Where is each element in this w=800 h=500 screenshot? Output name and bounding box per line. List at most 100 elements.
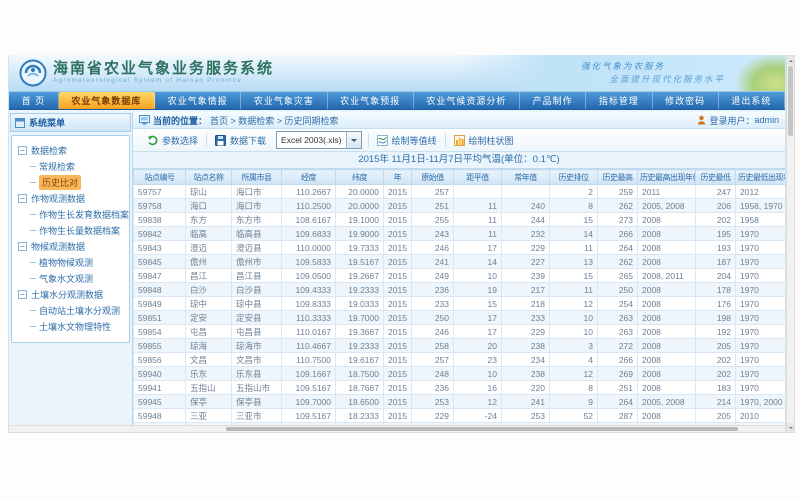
table-cell: 236 xyxy=(412,381,454,395)
table-cell: 9 xyxy=(550,395,598,409)
dropdown-arrow-icon[interactable] xyxy=(346,132,361,148)
table-cell: 264 xyxy=(598,395,638,409)
table-cell: 20.0000 xyxy=(336,185,384,199)
tree-connector xyxy=(30,262,36,263)
table-cell: 109.5167 xyxy=(282,409,336,423)
breadcrumb[interactable]: 首页 > 数据检索 > 历史同期检索 xyxy=(210,114,339,127)
table-cell: 10 xyxy=(550,325,598,339)
table-row[interactable]: 59845儋州儋州市109.583319.5167201524114227132… xyxy=(134,255,786,269)
nav-tab-5[interactable]: 农业气候资源分析 xyxy=(414,92,520,109)
table-cell: 109.8333 xyxy=(282,297,336,311)
table-row[interactable]: 59757琼山海口市110.266720.0000201525722592011… xyxy=(134,185,786,199)
draw-barchart-button[interactable]: 绘制柱状图 xyxy=(448,134,520,147)
tree-group-1[interactable]: −作物观测数据 xyxy=(12,190,129,206)
column-header[interactable]: 历史最高出现年份 xyxy=(638,170,696,185)
column-header[interactable]: 原始值 xyxy=(412,170,454,185)
table-row[interactable]: 59847昌江昌江县109.050019.2667201524910239152… xyxy=(134,269,786,283)
table-cell: 259 xyxy=(598,185,638,199)
table-cell: 229 xyxy=(412,409,454,423)
column-header[interactable]: 经度 xyxy=(282,170,336,185)
table-row[interactable]: 59941五指山五指山市109.516718.76672015236162208… xyxy=(134,381,786,395)
tree-item[interactable]: 气象水文观测 xyxy=(12,270,129,286)
vertical-scrollbar[interactable] xyxy=(786,55,795,433)
user-icon xyxy=(697,115,706,125)
column-header[interactable]: 纬度 xyxy=(336,170,384,185)
user-name: admin xyxy=(754,115,779,125)
column-header[interactable]: 常年值 xyxy=(502,170,550,185)
divider xyxy=(206,133,207,147)
horizontal-scroll-thumb[interactable] xyxy=(226,427,738,431)
table-cell: 251 xyxy=(412,199,454,213)
table-row[interactable]: 59758海口海口市110.250020.0000201525111240826… xyxy=(134,199,786,213)
table-row[interactable]: 59843澄迈澄迈县110.000019.7333201524617229112… xyxy=(134,241,786,255)
table-row[interactable]: 59851定安定安县110.333319.7000201525017233102… xyxy=(134,311,786,325)
table-row[interactable]: 59940乐东乐东县109.166718.7500201524810238122… xyxy=(134,367,786,381)
column-header[interactable]: 历史最低 xyxy=(696,170,736,185)
table-cell: 59941 xyxy=(134,381,186,395)
table-cell: 琼中 xyxy=(186,297,232,311)
table-row[interactable]: 59854屯昌屯昌县110.016719.3667201524617229102… xyxy=(134,325,786,339)
table-cell: 1970 xyxy=(736,339,786,353)
tree-item[interactable]: 常规检索 xyxy=(12,158,129,174)
table-row[interactable]: 59856文昌文昌市110.750019.6167201525723234426… xyxy=(134,353,786,367)
tree-item[interactable]: 历史比对 xyxy=(12,174,129,190)
nav-tab-2[interactable]: 农业气象情报 xyxy=(155,92,241,109)
tree-group-label: 物候观测数据 xyxy=(31,240,85,253)
download-format-select[interactable]: Excel 2003(.xls) xyxy=(276,131,361,149)
nav-tab-4[interactable]: 农业气象预报 xyxy=(328,92,414,109)
tree-group-0[interactable]: −数据检索 xyxy=(12,142,129,158)
param-select-button[interactable]: 参数选择 xyxy=(141,134,204,147)
tree-group-3[interactable]: −土壤水分观测数据 xyxy=(12,286,129,302)
collapse-icon[interactable]: − xyxy=(18,146,27,155)
table-cell: 12 xyxy=(550,297,598,311)
table-row[interactable]: 59849琼中琼中县109.833319.0333201523315218122… xyxy=(134,297,786,311)
table-row[interactable]: 59848白沙白沙县109.433319.2333201523619217112… xyxy=(134,283,786,297)
draw-isoline-button[interactable]: 绘制等值线 xyxy=(371,134,443,147)
nav-tab-6[interactable]: 产品制作 xyxy=(520,92,586,109)
table-cell: 262 xyxy=(598,255,638,269)
table-row[interactable]: 59948三亚三亚市109.516718.23332015229-2425352… xyxy=(134,409,786,423)
scroll-down-arrow[interactable] xyxy=(787,423,794,432)
table-cell: 110.4667 xyxy=(282,339,336,353)
table-cell: 东方 xyxy=(186,213,232,227)
nav-tab-3[interactable]: 农业气象灾害 xyxy=(241,92,327,109)
table-cell: 琼海市 xyxy=(232,339,282,353)
tree-item[interactable]: 自动站土壤水分观测 xyxy=(12,302,129,318)
data-download-button[interactable]: 数据下载 xyxy=(209,134,272,147)
column-header[interactable]: 历史最低出现年份 xyxy=(736,170,786,185)
nav-tab-7[interactable]: 指标管理 xyxy=(586,92,652,109)
site-subtitle: Agrometeorological System of Hainan Prov… xyxy=(53,78,274,85)
table-row[interactable]: 59945保亭保亭县109.700018.6500201525312241926… xyxy=(134,395,786,409)
table-cell: 昌江 xyxy=(186,269,232,283)
nav-tab-0[interactable]: 首 页 xyxy=(9,92,59,109)
table-row[interactable]: 59842临高临高县109.683319.9000201524311232142… xyxy=(134,227,786,241)
column-header[interactable]: 站点名称 xyxy=(186,170,232,185)
table-cell: 2015 xyxy=(384,227,412,241)
horizontal-scrollbar[interactable] xyxy=(8,425,786,433)
scroll-up-arrow[interactable] xyxy=(787,56,794,65)
table-row[interactable]: 59855琼海琼海市110.466719.2333201525820238327… xyxy=(134,339,786,353)
collapse-icon[interactable]: − xyxy=(18,242,27,251)
nav-tab-8[interactable]: 修改密码 xyxy=(653,92,719,109)
column-header[interactable]: 站点编号 xyxy=(134,170,186,185)
collapse-icon[interactable]: − xyxy=(18,194,27,203)
column-header[interactable]: 历史排位 xyxy=(550,170,598,185)
table-cell: 2008 xyxy=(638,255,696,269)
table-cell: 19 xyxy=(454,283,502,297)
tree-item[interactable]: 作物生长量数据档案 xyxy=(12,222,129,238)
button-label: 参数选择 xyxy=(162,134,198,147)
table-row[interactable]: 59838东方东方市108.616719.1000201525511244152… xyxy=(134,213,786,227)
table-cell: 220 xyxy=(502,381,550,395)
tree-group-2[interactable]: −物候观测数据 xyxy=(12,238,129,254)
column-header[interactable]: 年 xyxy=(384,170,412,185)
vertical-scroll-thumb[interactable] xyxy=(788,66,793,136)
nav-tab-1[interactable]: 农业气象数据库 xyxy=(59,92,155,109)
column-header[interactable]: 距平值 xyxy=(454,170,502,185)
column-header[interactable]: 历史最高 xyxy=(598,170,638,185)
tree-item[interactable]: 作物生长发育数据档案 xyxy=(12,206,129,222)
tree-item[interactable]: 土壤水文物理特性 xyxy=(12,318,129,334)
collapse-icon[interactable]: − xyxy=(18,290,27,299)
column-header[interactable]: 所属市县 xyxy=(232,170,282,185)
nav-tab-9[interactable]: 退出系统 xyxy=(719,92,785,109)
tree-item[interactable]: 植物物候观测 xyxy=(12,254,129,270)
